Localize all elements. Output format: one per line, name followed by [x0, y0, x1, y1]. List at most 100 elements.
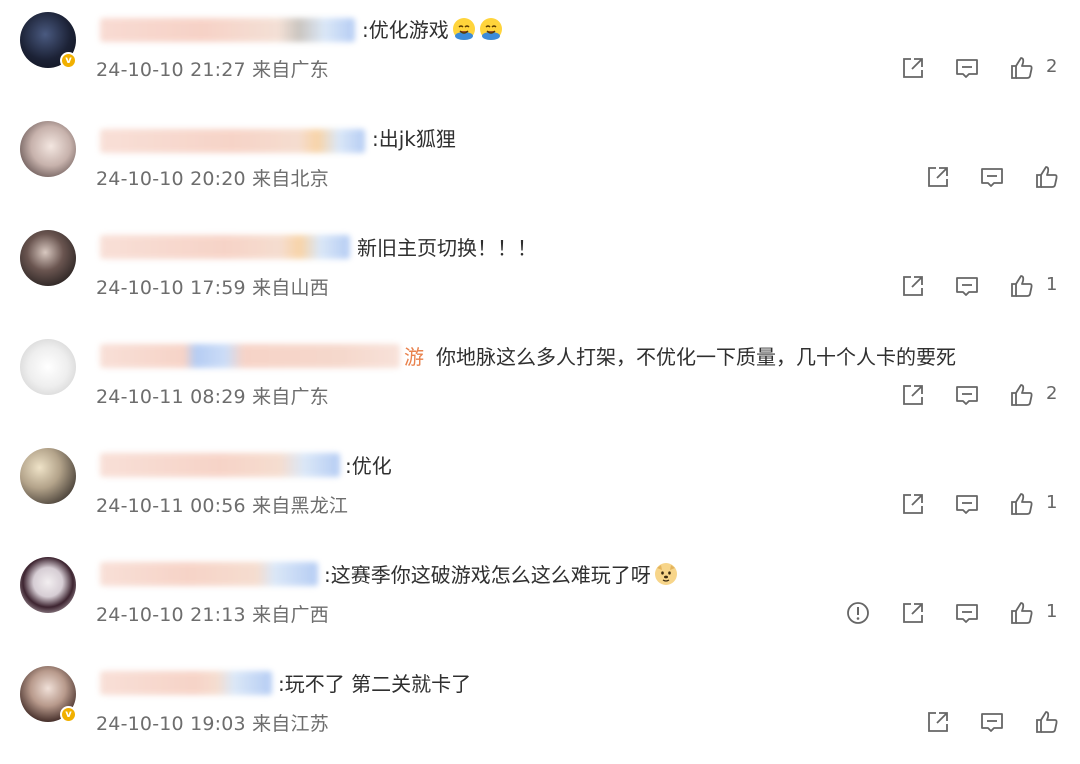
comment-item: :优化 24-10-11 00:56 来自黑龙江 1	[0, 436, 1080, 545]
share-button[interactable]	[900, 55, 926, 81]
comment-location: 来自江苏	[252, 713, 329, 735]
comment-button[interactable]	[954, 491, 980, 517]
comment-text: 新旧主页切换！！！	[357, 236, 537, 260]
share-button[interactable]	[925, 709, 951, 735]
username-blurred[interactable]	[100, 562, 318, 586]
comment-time: 24-10-10 21:13	[96, 604, 246, 626]
comment-location: 来自广东	[252, 59, 329, 81]
comment-icon	[954, 600, 980, 626]
like-icon	[1009, 491, 1035, 517]
comment-button[interactable]	[954, 600, 980, 626]
comment-location: 来自广东	[252, 386, 329, 408]
comment-button[interactable]	[954, 273, 980, 299]
comment-text: :这赛季你这破游戏怎么这么难玩了呀	[324, 558, 678, 592]
share-icon	[925, 709, 951, 735]
like-button[interactable]	[1034, 164, 1060, 190]
avatar[interactable]	[20, 557, 76, 613]
laugh-cry-emoji	[479, 17, 503, 41]
avatar[interactable]	[20, 448, 76, 504]
avatar[interactable]	[20, 339, 76, 395]
comment-item: 游 你地脉这么多人打架，不优化一下质量，几十个人卡的要死 24-10-11 08…	[0, 327, 1080, 436]
share-button[interactable]	[900, 491, 926, 517]
like-button[interactable]	[1009, 273, 1035, 299]
comment-time: 24-10-11 00:56	[96, 495, 246, 517]
share-button[interactable]	[900, 382, 926, 408]
comment-item: :这赛季你这破游戏怎么这么难玩了呀 24-10-10 21:13 来自广西 1	[0, 545, 1080, 654]
username-blurred[interactable]	[100, 129, 365, 153]
comment-button[interactable]	[954, 55, 980, 81]
comment-item: 新旧主页切换！！！ 24-10-10 17:59 来自山西 1	[0, 218, 1080, 327]
report-icon	[845, 600, 871, 626]
comment-text: :出jk狐狸	[372, 127, 456, 151]
share-button[interactable]	[925, 164, 951, 190]
avatar[interactable]	[20, 230, 76, 286]
comment-text: :优化游戏	[362, 13, 503, 47]
verified-badge-icon: v	[60, 52, 77, 69]
verified-badge-icon: v	[60, 706, 77, 723]
share-icon	[900, 600, 926, 626]
comment-text: :优化	[345, 454, 392, 478]
share-icon	[900, 491, 926, 517]
like-count: 2	[1046, 383, 1058, 404]
comment-icon	[954, 55, 980, 81]
comment-icon	[954, 382, 980, 408]
comment-icon	[954, 491, 980, 517]
comment-icon	[954, 273, 980, 299]
comment-time: 24-10-10 20:20	[96, 168, 246, 190]
share-button[interactable]	[900, 600, 926, 626]
avatar[interactable]	[20, 121, 76, 177]
comment-text: :玩不了 第二关就卡了	[278, 672, 472, 696]
share-icon	[900, 273, 926, 299]
like-count: 1	[1046, 274, 1058, 295]
comment-meta: 24-10-10 17:59 来自山西	[96, 273, 329, 300]
comment-meta: 24-10-11 08:29 来自广东	[96, 382, 329, 409]
comment-time: 24-10-10 19:03	[96, 713, 246, 735]
comment-time: 24-10-10 17:59	[96, 277, 246, 299]
username-blurred[interactable]	[100, 671, 272, 695]
like-icon	[1034, 709, 1060, 735]
like-icon	[1009, 382, 1035, 408]
like-icon	[1009, 55, 1035, 81]
username-blurred[interactable]	[100, 344, 400, 368]
laugh-cry-emoji	[452, 17, 476, 41]
comment-meta: 24-10-11 00:56 来自黑龙江	[96, 491, 348, 518]
comment-location: 来自北京	[252, 168, 329, 190]
like-count: 1	[1046, 492, 1058, 513]
comment-meta: 24-10-10 21:27 来自广东	[96, 55, 329, 82]
comment-button[interactable]	[979, 164, 1005, 190]
like-button[interactable]	[1009, 600, 1035, 626]
comment-prefix: 游	[404, 345, 424, 369]
like-icon	[1009, 600, 1035, 626]
like-button[interactable]	[1009, 382, 1035, 408]
like-icon	[1009, 273, 1035, 299]
comment-text: 你地脉这么多人打架，不优化一下质量，几十个人卡的要死	[436, 345, 956, 369]
like-icon	[1034, 164, 1060, 190]
comment-item: :出jk狐狸 24-10-10 20:20 来自北京	[0, 109, 1080, 218]
like-button[interactable]	[1009, 55, 1035, 81]
username-blurred[interactable]	[100, 18, 355, 42]
comment-button[interactable]	[979, 709, 1005, 735]
comment-item: v :玩不了 第二关就卡了 24-10-10 19:03 来自江苏	[0, 654, 1080, 763]
doge-emoji	[654, 562, 678, 586]
comment-meta: 24-10-10 19:03 来自江苏	[96, 709, 329, 736]
comment-time: 24-10-11 08:29	[96, 386, 246, 408]
comment-meta: 24-10-10 21:13 来自广西	[96, 600, 329, 627]
share-icon	[900, 382, 926, 408]
share-button[interactable]	[900, 273, 926, 299]
share-icon	[925, 164, 951, 190]
comment-location: 来自黑龙江	[252, 495, 349, 517]
like-button[interactable]	[1009, 491, 1035, 517]
comment-icon	[979, 164, 1005, 190]
comment-time: 24-10-10 21:27	[96, 59, 246, 81]
comment-location: 来自山西	[252, 277, 329, 299]
like-button[interactable]	[1034, 709, 1060, 735]
comment-item: v :优化游戏 24-10-10 21:27 来自广东 2	[0, 0, 1080, 109]
username-blurred[interactable]	[100, 235, 350, 259]
like-count: 1	[1046, 601, 1058, 622]
comment-button[interactable]	[954, 382, 980, 408]
share-icon	[900, 55, 926, 81]
username-blurred[interactable]	[100, 453, 340, 477]
report-button[interactable]	[845, 600, 871, 626]
comment-location: 来自广西	[252, 604, 329, 626]
comment-icon	[979, 709, 1005, 735]
